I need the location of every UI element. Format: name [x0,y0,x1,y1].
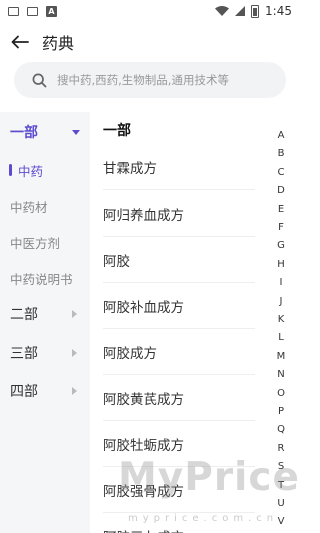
page-title: 药典 [42,34,75,53]
list-item[interactable]: 阿胶强骨成方 [103,467,255,513]
wifi-icon [215,6,230,16]
arrow-left-icon [11,35,29,49]
list-item[interactable]: 阿胶三七成方 [103,513,255,533]
alpha-letter[interactable]: F [272,219,290,237]
signal-icon [235,6,246,16]
alpha-letter[interactable]: H [272,256,290,274]
sidebar-category-label: 三部 [10,346,38,362]
alpha-letter[interactable]: M [272,348,290,366]
sidebar-subitem-label: 中药 [18,163,44,179]
sidebar-subitem-label: 中药材 [10,199,48,215]
alpha-letter[interactable]: C [272,164,290,182]
active-indicator [9,164,12,176]
list-item[interactable]: 阿胶 [103,237,255,283]
alpha-letter[interactable]: O [272,385,290,403]
list-item[interactable]: 阿胶黄芪成方 [103,375,255,421]
sidebar-subitem-zhongyao[interactable]: 中药 [0,158,90,182]
sidebar-subitem-zhongyaoshuomingshu[interactable]: 中药说明书 [0,266,90,290]
sidebar-category-2[interactable]: 二部 [0,302,90,326]
alpha-letter[interactable]: T [272,477,290,495]
chevron-down-icon [72,130,80,135]
alpha-letter[interactable]: N [272,366,290,384]
alpha-letter[interactable]: J [272,293,290,311]
search-bar[interactable] [14,62,286,98]
alpha-letter[interactable]: R [272,440,290,458]
battery-icon [251,4,260,18]
chevron-right-icon [72,349,77,357]
status-bar: A 1:45 [0,0,300,22]
sidebar-subitem-zhongyifangji[interactable]: 中医方剂 [0,230,90,254]
alpha-letter[interactable]: U [272,495,290,513]
alpha-letter[interactable]: A [272,127,290,145]
list-item[interactable]: 甘霖成方 [103,144,255,190]
keyboard-icon [8,6,19,16]
list-item[interactable]: 阿胶成方 [103,329,255,375]
alpha-letter[interactable]: D [272,182,290,200]
list-item[interactable]: 阿归养血成方 [103,191,255,237]
list-item[interactable]: 阿胶牡蛎成方 [103,421,255,467]
sidebar-category-1[interactable]: 一部 [0,120,90,144]
sidebar-subitem-label: 中医方剂 [10,235,61,251]
section-title: 一部 [103,123,131,139]
sidebar-subitem-label: 中药说明书 [10,271,73,287]
drug-list: 一部 甘霖成方 阿归养血成方 阿胶 阿胶补血成方 阿胶成方 阿胶黄芪成方 阿胶牡… [90,112,270,533]
alpha-letter[interactable]: L [272,329,290,347]
chevron-right-icon [72,310,77,318]
alpha-letter[interactable]: S [272,458,290,476]
alpha-letter[interactable]: V [272,513,290,531]
alpha-letter[interactable]: E [272,201,290,219]
list-item[interactable]: 阿胶补血成方 [103,283,255,329]
sidebar-category-label: 一部 [10,125,38,141]
alpha-letter[interactable]: P [272,403,290,421]
header: 药典 [0,26,300,58]
sidebar-category-4[interactable]: 四部 [0,379,90,403]
chevron-right-icon [72,387,77,395]
alpha-letter[interactable]: I [272,274,290,292]
status-time: 1:45 [265,4,292,18]
app-a-icon: A [46,5,57,17]
image-icon [27,6,38,16]
search-input[interactable] [57,73,277,87]
back-button[interactable] [0,26,40,58]
sidebar-category-label: 二部 [10,307,38,323]
search-icon [32,73,47,87]
sidebar-category-3[interactable]: 三部 [0,341,90,365]
sidebar-subitem-zhongyaocai[interactable]: 中药材 [0,194,90,218]
alpha-letter[interactable]: K [272,311,290,329]
sidebar-category-label: 四部 [10,384,38,400]
alpha-letter[interactable]: B [272,145,290,163]
alpha-letter[interactable]: Q [272,421,290,439]
sidebar: 一部 中药 中药材 中医方剂 中药说明书 二部 三部 四部 [0,112,90,533]
alpha-letter[interactable]: G [272,237,290,255]
